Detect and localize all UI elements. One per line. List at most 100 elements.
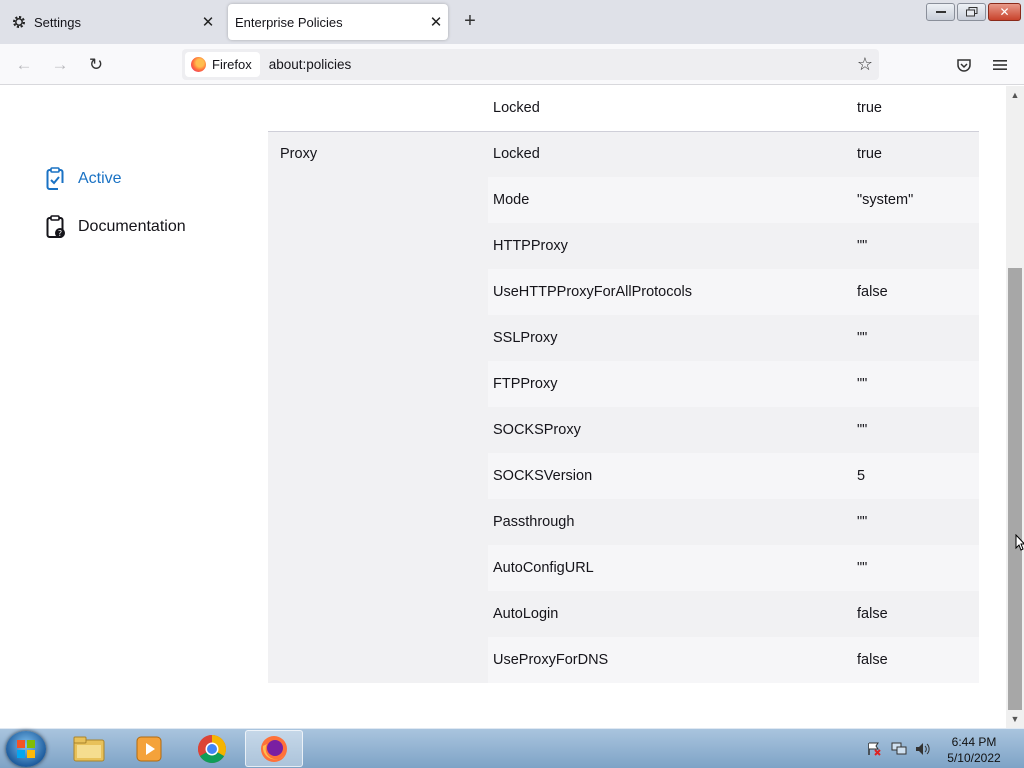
mouse-cursor-icon <box>1015 534 1024 551</box>
policy-value: false <box>857 606 888 622</box>
policy-key: AutoConfigURL <box>493 560 594 576</box>
policy-value: "" <box>857 238 868 254</box>
table-row: AutoConfigURL "" <box>268 545 979 591</box>
clipboard-check-icon <box>45 166 67 192</box>
chrome-icon <box>198 734 226 763</box>
media-player-icon <box>136 736 162 761</box>
clock-time: 6:44 PM <box>951 735 997 749</box>
firefox-icon <box>261 735 287 762</box>
policy-key: Locked <box>493 146 540 162</box>
policy-key: SOCKSVersion <box>493 468 593 484</box>
scroll-up-icon[interactable]: ▲ <box>1006 86 1024 104</box>
pocket-button[interactable] <box>952 53 976 77</box>
scrollbar-thumb[interactable] <box>1008 268 1022 710</box>
policy-key: Mode <box>493 192 530 208</box>
table-row: UseProxyForDNS false <box>268 637 979 683</box>
close-icon[interactable]: ✕ <box>424 10 448 34</box>
taskbar: 6:44 PM 5/10/2022 <box>0 728 1024 768</box>
taskbar-chrome[interactable] <box>183 730 241 767</box>
identity-box[interactable]: Firefox <box>185 52 260 77</box>
gear-icon <box>10 13 28 31</box>
system-clock[interactable]: 6:44 PM 5/10/2022 <box>940 734 1008 766</box>
nav-bar: ← → ↻ Firefox about:policies ☆ <box>0 44 1024 85</box>
arrow-right-icon: → <box>51 55 69 74</box>
policy-value: false <box>857 284 888 300</box>
policy-value: "" <box>857 514 868 530</box>
minimize-icon <box>935 11 946 13</box>
taskbar-firefox[interactable] <box>245 730 303 767</box>
table-row: Locked true <box>268 86 979 131</box>
table-row: SOCKSProxy "" <box>268 407 979 453</box>
svg-text:?: ? <box>58 229 62 238</box>
policy-key: HTTPProxy <box>493 238 568 254</box>
star-icon[interactable]: ☆ <box>851 51 879 79</box>
windows-logo-icon <box>17 740 35 758</box>
minimize-button[interactable] <box>926 3 955 21</box>
policy-key: Passthrough <box>493 514 575 530</box>
action-center-icon[interactable] <box>866 741 882 757</box>
close-icon[interactable]: ✕ <box>196 10 220 34</box>
policy-value: 5 <box>857 468 866 484</box>
taskbar-explorer[interactable] <box>60 730 118 767</box>
tab-strip: Settings ✕ Enterprise Policies ✕ + ✕ <box>0 0 1024 44</box>
vertical-scrollbar[interactable]: ▲ ▼ <box>1006 86 1024 728</box>
volume-icon[interactable] <box>915 741 931 757</box>
sidebar-item-label: Documentation <box>78 218 186 235</box>
identity-label: Firefox <box>212 57 252 72</box>
tab-label: Settings <box>34 14 81 30</box>
new-tab-button[interactable]: + <box>458 9 482 33</box>
restore-button[interactable] <box>957 3 986 21</box>
policy-value: "" <box>857 376 868 392</box>
table-row: Proxy Locked true <box>268 131 979 177</box>
policy-key: UseHTTPProxyForAllProtocols <box>493 284 693 300</box>
policy-value: false <box>857 652 888 668</box>
policy-key: UseProxyForDNS <box>493 652 609 668</box>
policy-value: "" <box>857 330 868 346</box>
policy-value: "" <box>857 422 868 438</box>
url-input[interactable]: about:policies <box>269 57 851 72</box>
restore-icon <box>965 7 977 17</box>
reload-button[interactable]: ↻ <box>83 52 109 78</box>
firefox-logo-icon <box>191 57 206 72</box>
page-content: Active ? Documentation Locked true Proxy… <box>0 86 1006 728</box>
policy-key: SOCKSProxy <box>493 422 581 438</box>
policy-name: Proxy <box>280 146 318 162</box>
taskbar-media-player[interactable] <box>120 730 178 767</box>
policy-value: true <box>857 100 882 116</box>
url-bar[interactable]: Firefox about:policies ☆ <box>182 49 879 80</box>
tab-label: Enterprise Policies <box>235 14 343 30</box>
policy-value: "system" <box>857 192 914 208</box>
hamburger-menu-icon <box>993 60 1007 70</box>
table-row: FTPProxy "" <box>268 361 979 407</box>
sidebar-item-label: Active <box>78 170 122 187</box>
policy-value: "" <box>857 560 868 576</box>
policy-key: Locked <box>493 100 540 116</box>
policy-key: AutoLogin <box>493 606 559 622</box>
clipboard-help-icon: ? <box>45 214 67 240</box>
app-menu-button[interactable] <box>988 53 1012 77</box>
policy-key: SSLProxy <box>493 330 558 346</box>
policy-key: FTPProxy <box>493 376 558 392</box>
table-row: Passthrough "" <box>268 499 979 545</box>
pocket-icon <box>957 59 971 72</box>
scroll-down-icon[interactable]: ▼ <box>1006 710 1024 728</box>
sidebar-item-documentation[interactable]: ? Documentation <box>45 214 186 240</box>
table-row: AutoLogin false <box>268 591 979 637</box>
table-row: SOCKSVersion 5 <box>268 453 979 499</box>
forward-button[interactable]: → <box>47 52 73 78</box>
plus-icon: + <box>464 9 476 32</box>
table-row: SSLProxy "" <box>268 315 979 361</box>
tab-settings[interactable]: Settings ✕ <box>4 4 220 40</box>
sidebar-item-active[interactable]: Active <box>45 166 122 192</box>
reload-icon: ↻ <box>88 55 104 74</box>
start-button[interactable] <box>6 731 46 767</box>
table-row: Mode "system" <box>268 177 979 223</box>
close-icon: ✕ <box>999 5 1010 19</box>
back-button[interactable]: ← <box>11 52 37 78</box>
window-close-button[interactable]: ✕ <box>988 3 1021 21</box>
network-icon[interactable] <box>891 741 907 757</box>
arrow-left-icon: ← <box>15 55 33 74</box>
table-row: UseHTTPProxyForAllProtocols false <box>268 269 979 315</box>
folder-icon <box>73 736 105 761</box>
tab-enterprise-policies[interactable]: Enterprise Policies ✕ <box>228 4 448 40</box>
